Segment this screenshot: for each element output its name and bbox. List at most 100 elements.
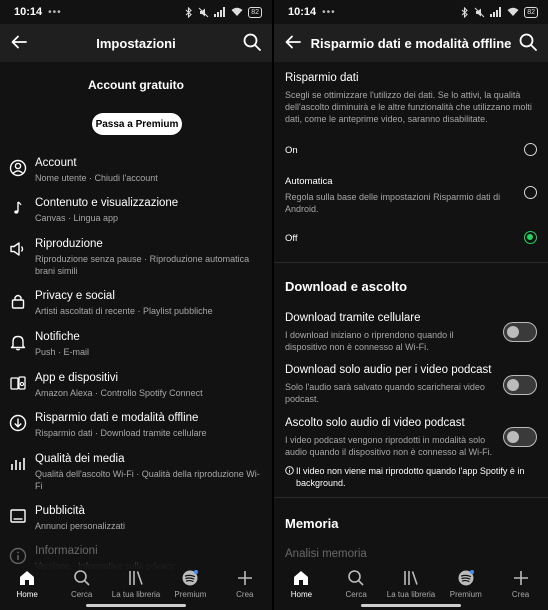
upgrade-premium-button[interactable]: Passa a Premium (92, 113, 182, 135)
toggle-description: Solo l'audio sarà salvato quando scarich… (285, 382, 485, 404)
download-section-heading: Download e ascolto (285, 279, 408, 294)
download-circle-icon (9, 414, 27, 432)
menu-item-title: Informazioni (35, 545, 98, 557)
option-on-label[interactable]: On (285, 145, 298, 156)
menu-item-title: Risparmio dati e modalità offline (35, 412, 199, 424)
option-on-radio[interactable] (524, 143, 537, 156)
notification-dots-icon: ••• (322, 6, 336, 18)
nav-label: La tua libreria (111, 590, 161, 599)
menu-item-subtitle: Riproduzione senza pause · Riproduzione … (35, 254, 250, 276)
cellular-download-toggle[interactable] (503, 322, 537, 342)
storage-analysis-item[interactable]: Analisi memoria (285, 548, 367, 560)
nav-create[interactable]: Crea (493, 564, 548, 610)
menu-item-subtitle: Artisti ascoltati di recente · Playlist … (35, 306, 213, 316)
back-arrow-icon[interactable] (284, 33, 302, 51)
nav-create[interactable]: Crea (218, 564, 272, 610)
data-saver-screen: 10:14 ••• 82 Risparmio dati e modalità o… (274, 0, 548, 610)
home-icon (294, 571, 309, 585)
data-saver-title: Risparmio dati (285, 72, 359, 84)
ad-icon (10, 509, 26, 523)
search-icon (348, 570, 364, 586)
data-saver-description: Scegli se ottimizzare l'utilizzo dei dat… (285, 90, 532, 124)
speaker-icon (10, 242, 24, 256)
menu-item-title: App e dispositivi (35, 372, 119, 384)
home-icon (20, 571, 35, 585)
menu-item-title: Pubblicità (35, 505, 85, 517)
library-icon (404, 571, 418, 585)
music-note-icon (14, 201, 22, 214)
menu-item-title: Qualità dei media (35, 453, 125, 465)
battery-icon: 82 (524, 6, 538, 18)
page-title: Risparmio dati e modalità offline (310, 35, 512, 51)
nav-label: Home (16, 590, 38, 599)
menu-item-title: Notifiche (35, 331, 80, 343)
status-icons: 82 (461, 6, 538, 18)
settings-header: Impostazioni (0, 24, 272, 62)
status-bar: 10:14 ••• 82 (0, 0, 272, 24)
option-off-label[interactable]: Off (285, 233, 298, 244)
user-icon (9, 159, 27, 177)
bluetooth-icon (461, 6, 469, 18)
menu-item-subtitle: Push · E-mail (35, 347, 90, 357)
wifi-icon (507, 7, 519, 16)
option-auto-label[interactable]: Automatica (285, 176, 333, 187)
battery-icon: 82 (248, 6, 262, 18)
menu-item-title: Privacy e social (35, 290, 115, 302)
audio-only-download-toggle[interactable] (503, 375, 537, 395)
search-icon (73, 570, 90, 586)
plus-icon (237, 571, 252, 585)
nav-label: Premium (174, 590, 207, 599)
nav-label: Premium (449, 590, 482, 599)
data-saver-header: Risparmio dati e modalità offline (274, 24, 548, 62)
info-icon (9, 547, 27, 565)
option-auto-description: Regola sulla base delle impostazioni Ris… (285, 192, 501, 214)
memory-section-heading: Memoria (285, 516, 339, 531)
audio-only-playback-toggle[interactable] (503, 427, 537, 447)
status-bar: 10:14 ••• 82 (274, 0, 548, 24)
wifi-icon (231, 7, 243, 16)
signal-icon (214, 7, 226, 17)
section-divider (274, 262, 548, 263)
notification-dots-icon: ••• (48, 6, 62, 18)
menu-item-subtitle: Annunci personalizzati (35, 521, 126, 531)
section-divider (274, 497, 548, 498)
menu-item-title: Account (35, 157, 77, 169)
gesture-bar[interactable] (86, 604, 186, 607)
nav-label: Crea (236, 590, 254, 599)
settings-screen: 10:14 ••• 82 Impostazioni Account gratui… (0, 0, 272, 610)
menu-item-title: Contenuto e visualizzazione (35, 197, 179, 209)
back-arrow-icon[interactable] (10, 33, 28, 51)
nav-label: Cerca (345, 590, 367, 599)
search-icon[interactable] (518, 32, 538, 52)
info-icon (285, 466, 294, 475)
plus-icon (513, 571, 528, 585)
menu-item-subtitle: Qualità dell'ascolto Wi-Fi · Qualità del… (35, 469, 260, 491)
devices-icon (10, 376, 26, 390)
option-off-radio[interactable] (524, 231, 537, 244)
search-icon[interactable] (242, 32, 262, 52)
option-auto-radio[interactable] (524, 186, 537, 199)
nav-home[interactable]: Home (274, 564, 329, 610)
status-icons: 82 (185, 6, 262, 18)
menu-item-subtitle: Amazon Alexa · Controllo Spotify Connect (35, 388, 203, 398)
nav-home[interactable]: Home (0, 564, 54, 610)
status-time: 10:14 (14, 6, 43, 18)
mute-icon (474, 7, 485, 17)
menu-item-subtitle: Nome utente · Chiudi l'account (35, 173, 158, 183)
toggle-description: I video podcast vengono riprodotti in mo… (285, 435, 493, 457)
account-type-label: Account gratuito (88, 78, 184, 92)
page-title: Impostazioni (96, 35, 176, 51)
gesture-bar[interactable] (361, 604, 461, 607)
spotify-icon (458, 570, 474, 586)
toggle-title: Ascolto solo audio di video podcast (285, 417, 465, 429)
nav-label: Cerca (70, 590, 93, 599)
toggle-title: Download solo audio per i video podcast (285, 364, 492, 376)
lock-icon (11, 294, 25, 309)
bluetooth-icon (185, 6, 193, 18)
note-text: Il video non viene mai riprodotto quando… (296, 466, 525, 488)
toggle-description: I download iniziano o riprendono quando … (285, 330, 454, 352)
bar-chart-icon (11, 458, 25, 470)
spotify-icon (182, 570, 199, 586)
nav-label: Home (290, 590, 313, 599)
mute-icon (198, 7, 209, 17)
